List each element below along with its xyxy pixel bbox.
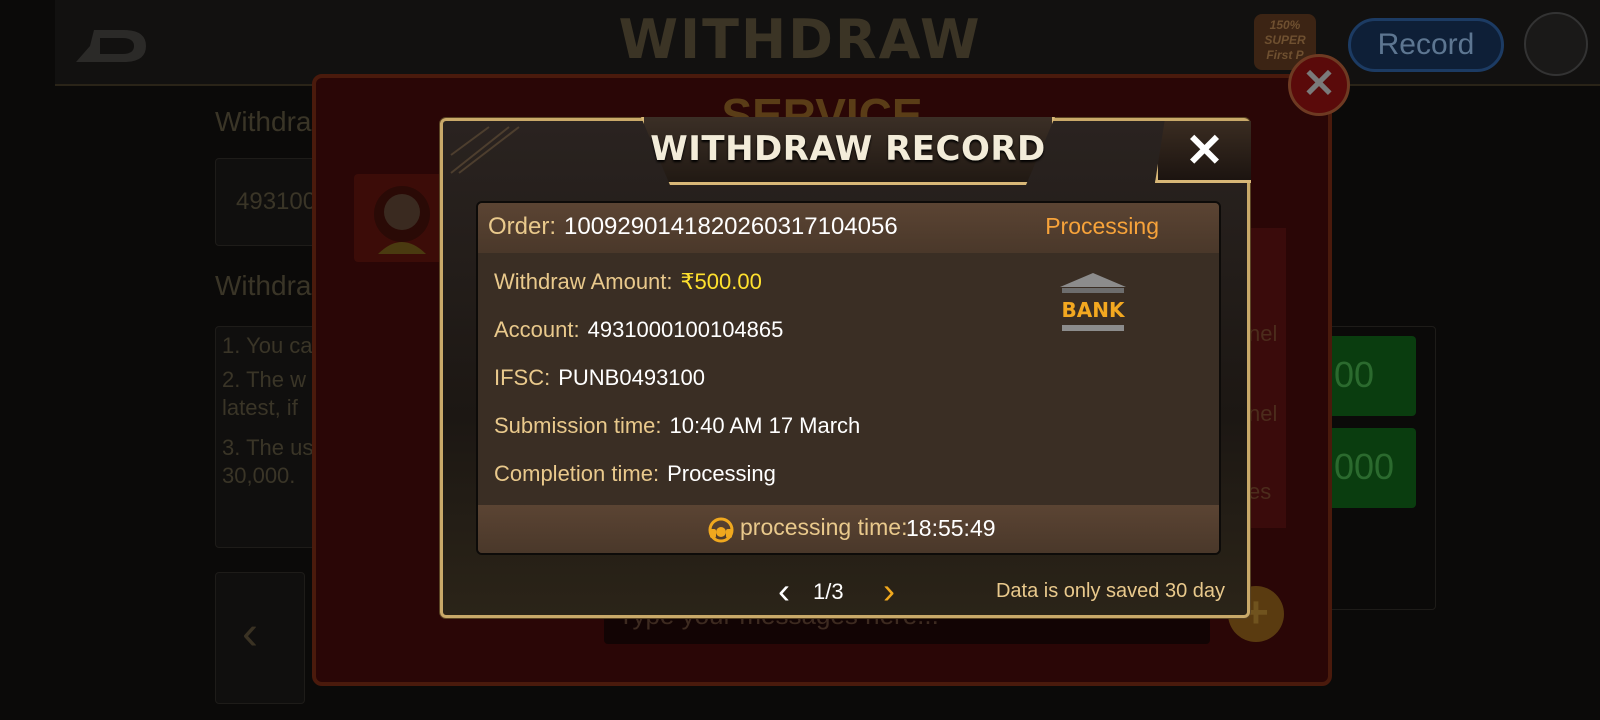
page-indicator: 1/3 [813,579,844,604]
order-status: Processing [1045,213,1159,239]
prev-page-chevron-icon[interactable]: ‹ [778,573,802,612]
side-link-2[interactable]: nel [1248,400,1277,428]
amount-panel [1320,326,1436,610]
completion-label: Completion time: [494,461,660,486]
agent-avatar-icon [374,186,430,254]
rule-line-3: 3. The us [222,435,314,460]
detail-row-submission: Submission time: 10:40 AM 17 March [494,413,860,439]
detail-row-ifsc: IFSC: PUNB0493100 [494,365,705,391]
processing-time-label: processing time: [740,514,908,540]
side-link-1[interactable]: nel [1248,320,1277,348]
corner-ornament-icon [450,126,520,174]
detail-row-completion: Completion time: Processing [494,461,776,487]
bank-icon: BANK [1060,273,1126,331]
order-header: Order: 1009290141820260317104056 Process… [478,203,1219,253]
headset-icon [708,517,734,543]
amount-label: Withdraw Amount: [494,269,673,294]
rule-line-1: 1. You ca [222,333,313,358]
service-agent-avatar [354,174,450,262]
bank-text: BANK [1062,298,1126,322]
processing-footer: processing time: 18:55:49 [478,505,1219,553]
rule-line-3b: 30,000. [222,463,296,488]
record-card: Order: 1009290141820260317104056 Process… [476,201,1221,555]
submission-value: 10:40 AM 17 March [669,413,861,438]
withdraw-record-modal: WITHDRAW RECORD ✕ Order: 100929014182026… [440,117,1251,618]
processing-time-value: 18:55:49 [906,515,996,541]
account-label: Account: [494,317,580,342]
customer-service-avatar-icon[interactable] [1524,12,1588,76]
completion-value: Processing [667,461,776,486]
withdraw-rules-label: Withdra [215,270,312,301]
rule-line-2: 2. The w [222,367,306,392]
withdraw-channel-label: Withdra [215,106,312,137]
rule-line-2b: latest, if [222,395,298,420]
side-link-3[interactable]: es [1248,478,1271,506]
modal-title: WITHDRAW RECORD [650,129,1046,169]
service-close-button[interactable]: ✕ [1288,54,1350,116]
ifsc-label: IFSC: [494,365,551,390]
order-number: 1009290141820260317104056 [564,213,898,240]
screen: WITHDRAW 150% SUPER First P Record Withd… [0,0,1600,720]
record-button[interactable]: Record [1348,18,1504,72]
submission-label: Submission time: [494,413,662,438]
account-partial: 493100 [236,188,317,215]
detail-row-amount: Withdraw Amount: ₹500.00 [494,269,762,295]
account-value: 4931000100104865 [587,317,784,342]
order-label: Order: [488,213,557,240]
prev-panel[interactable] [215,572,305,704]
retention-note: Data is only saved 30 day [995,580,1225,602]
detail-row-account: Account: 4931000100104865 [494,317,783,343]
prev-chevron-icon[interactable]: ‹ [242,606,258,661]
amount-value: ₹500.00 [680,269,762,294]
next-page-chevron-icon[interactable]: › [883,573,907,612]
ifsc-value: PUNB0493100 [558,365,706,390]
modal-close-button[interactable]: ✕ [1155,121,1251,183]
